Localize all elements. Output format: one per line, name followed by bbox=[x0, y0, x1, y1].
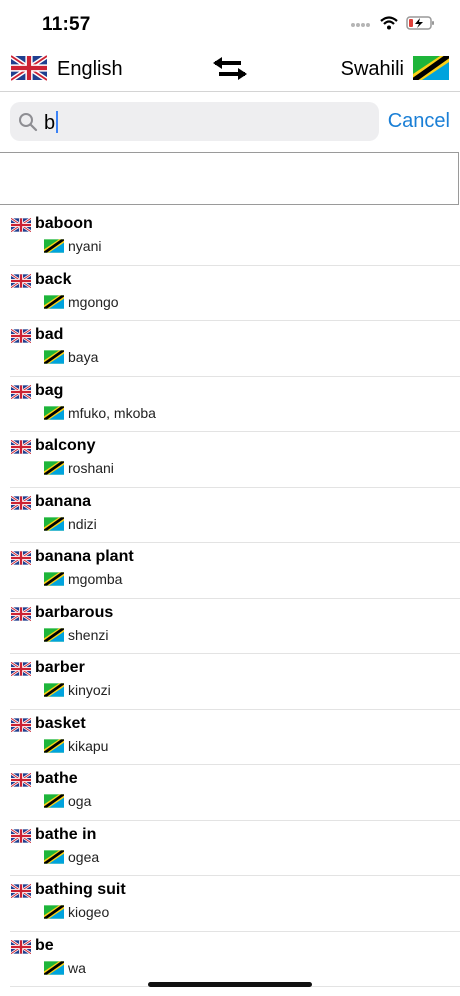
list-item[interactable]: be wa bbox=[0, 932, 460, 988]
english-word: barber bbox=[35, 659, 85, 676]
swahili-translation: kikapu bbox=[68, 737, 109, 754]
swahili-translation: baya bbox=[68, 349, 99, 365]
english-word: bathing suit bbox=[35, 881, 126, 898]
tanzania-flag-icon bbox=[44, 627, 64, 642]
english-word: bag bbox=[35, 381, 64, 399]
english-word: banana plant bbox=[35, 548, 134, 565]
swahili-translation: ogea bbox=[68, 848, 100, 865]
english-word: bathe in bbox=[35, 825, 97, 843]
status-icons bbox=[350, 16, 436, 30]
uk-flag-icon bbox=[11, 939, 31, 954]
wifi-icon bbox=[380, 16, 398, 30]
home-indicator bbox=[148, 982, 312, 987]
tanzania-flag-icon bbox=[44, 239, 64, 253]
english-word: bad bbox=[35, 326, 64, 343]
list-item[interactable]: basket kikapu bbox=[0, 710, 460, 766]
status-time: 11:57 bbox=[42, 14, 91, 35]
tanzania-flag-icon bbox=[44, 294, 64, 309]
swahili-translation: nyani bbox=[68, 238, 102, 254]
swahili-translation: mgongo bbox=[68, 293, 119, 310]
swahili-translation: mgomba bbox=[68, 571, 123, 587]
list-item[interactable]: banana plant mgomba bbox=[0, 543, 460, 599]
uk-flag-icon bbox=[11, 384, 31, 399]
swahili-translation: kiogeo bbox=[68, 904, 110, 920]
english-word: back bbox=[35, 270, 72, 288]
text-caret bbox=[56, 111, 59, 133]
search-input[interactable]: b bbox=[10, 102, 379, 141]
empty-panel bbox=[0, 152, 459, 205]
list-item[interactable]: bathe oga bbox=[0, 765, 460, 821]
uk-flag-icon[interactable] bbox=[11, 54, 47, 82]
swahili-translation: kinyozi bbox=[68, 682, 111, 698]
uk-flag-icon bbox=[11, 440, 31, 454]
battery-charging-icon bbox=[406, 16, 434, 30]
swahili-translation: mfuko, mkoba bbox=[68, 404, 156, 421]
list-item[interactable]: bad baya bbox=[0, 321, 460, 377]
uk-flag-icon bbox=[11, 717, 31, 732]
uk-flag-icon bbox=[11, 884, 31, 898]
tanzania-flag-icon bbox=[44, 905, 64, 919]
swahili-translation: shenzi bbox=[68, 626, 109, 643]
cancel-button[interactable]: Cancel bbox=[388, 110, 450, 133]
swap-arrows-icon[interactable] bbox=[212, 56, 248, 82]
tanzania-flag-icon bbox=[44, 516, 64, 531]
tanzania-flag-icon bbox=[44, 350, 64, 364]
uk-flag-icon bbox=[11, 773, 31, 787]
tanzania-flag-icon bbox=[44, 405, 64, 420]
search-row: b Cancel bbox=[0, 91, 460, 152]
english-word: basket bbox=[35, 714, 86, 732]
tanzania-flag-icon bbox=[44, 738, 64, 753]
target-language-label[interactable]: Swahili bbox=[341, 58, 404, 81]
source-language-label[interactable]: English bbox=[57, 58, 123, 81]
list-item[interactable]: balcony roshani bbox=[0, 432, 460, 488]
list-item[interactable]: back mgongo bbox=[0, 266, 460, 322]
uk-flag-icon bbox=[11, 329, 31, 343]
tanzania-flag-icon bbox=[44, 849, 64, 864]
results-list[interactable]: baboon nyani back mgongo bad baya bag mfuko, mk… bbox=[0, 210, 460, 987]
list-item[interactable]: bathing suit kiogeo bbox=[0, 876, 460, 932]
english-word: baboon bbox=[35, 215, 93, 232]
english-word: barbarous bbox=[35, 603, 114, 621]
uk-flag-icon bbox=[11, 662, 31, 676]
english-word: banana bbox=[35, 492, 92, 510]
list-item[interactable]: bag mfuko, mkoba bbox=[0, 377, 460, 433]
tanzania-flag-icon bbox=[44, 461, 64, 475]
swahili-translation: oga bbox=[68, 793, 92, 809]
uk-flag-icon bbox=[11, 828, 31, 843]
tanzania-flag-icon bbox=[44, 960, 64, 975]
list-item[interactable]: barbarous shenzi bbox=[0, 599, 460, 655]
search-value[interactable]: b bbox=[44, 111, 59, 135]
swahili-translation: roshani bbox=[68, 460, 114, 476]
english-word: bathe bbox=[35, 770, 78, 787]
english-word: balcony bbox=[35, 437, 96, 454]
magnifier-icon bbox=[19, 113, 38, 132]
uk-flag-icon bbox=[11, 606, 31, 621]
list-item[interactable]: bathe in ogea bbox=[0, 821, 460, 877]
list-item[interactable]: baboon nyani bbox=[0, 210, 460, 266]
cellular-signal-icon bbox=[351, 23, 370, 27]
list-item[interactable]: banana ndizi bbox=[0, 488, 460, 544]
tanzania-flag-icon bbox=[44, 683, 64, 697]
language-bar: English Swahili bbox=[0, 48, 460, 90]
swahili-translation: ndizi bbox=[68, 515, 97, 532]
uk-flag-icon bbox=[11, 273, 31, 288]
tanzania-flag-icon[interactable] bbox=[413, 54, 449, 82]
tanzania-flag-icon bbox=[44, 794, 64, 808]
english-word: be bbox=[35, 936, 54, 954]
uk-flag-icon bbox=[11, 495, 31, 510]
swahili-translation: wa bbox=[68, 959, 86, 976]
uk-flag-icon bbox=[11, 218, 31, 232]
uk-flag-icon bbox=[11, 551, 31, 565]
list-item[interactable]: barber kinyozi bbox=[0, 654, 460, 710]
tanzania-flag-icon bbox=[44, 572, 64, 586]
status-bar: 11:57 bbox=[0, 0, 460, 48]
